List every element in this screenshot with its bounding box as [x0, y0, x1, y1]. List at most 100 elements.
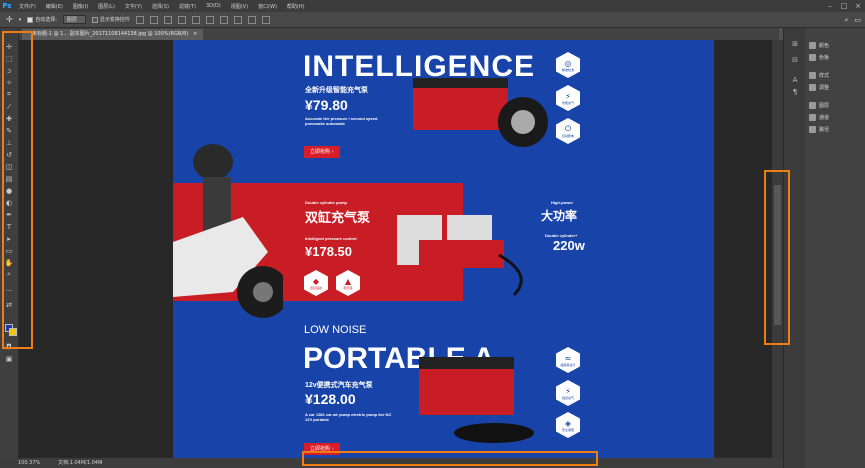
menu-3d[interactable]: 3D(D): [201, 3, 226, 9]
low-noise-label: LOW NOISE: [304, 324, 367, 336]
panel-swatches[interactable]: 色板: [809, 54, 829, 61]
screen-mode-icon[interactable]: ▣: [4, 354, 14, 363]
cta-label-1: 立即抢购: [310, 149, 331, 155]
3d-rotate-icon[interactable]: [261, 15, 270, 24]
layers-panel-icon: [809, 102, 816, 109]
properties-panel-icon[interactable]: ⊟: [790, 56, 800, 65]
close-window-icon[interactable]: ×: [851, 0, 865, 12]
pump-1-graphic: [413, 78, 548, 147]
menu-file[interactable]: 文件(F): [14, 3, 41, 10]
high-power-label: High-power: [551, 200, 573, 205]
maximize-icon[interactable]: □: [837, 0, 851, 12]
panel-channels[interactable]: 通道: [809, 114, 829, 121]
panel-styles-label: 样式: [819, 73, 830, 79]
distribute-horizontal-icon[interactable]: [233, 15, 242, 24]
menu-edit[interactable]: 编辑(E): [41, 3, 68, 10]
show-transform-checkbox[interactable]: 显示变换控件: [91, 16, 130, 23]
panel-layers[interactable]: 图层: [809, 102, 829, 109]
paragraph-panel-icon[interactable]: ¶: [790, 88, 800, 97]
price-1: ¥79.80: [305, 97, 348, 113]
panel-paths-label: 路径: [819, 127, 830, 133]
status-arrow-icon[interactable]: ›: [100, 458, 102, 468]
search-icon[interactable]: ⌕: [844, 16, 848, 25]
panel-adjustments-label: 调整: [819, 85, 830, 91]
price-3: ¥128.00: [305, 391, 356, 407]
panels-column: 颜色 色板 样式 调整 图层 通道 路径: [805, 28, 865, 468]
panel-channels-label: 通道: [819, 115, 830, 121]
character-panel-icon[interactable]: A: [790, 76, 800, 85]
panel-layers-label: 图层: [819, 103, 830, 109]
badge-accurate: ◎ 精准检测: [556, 52, 580, 78]
align-middle-icon[interactable]: [149, 15, 158, 24]
menu-filter[interactable]: 滤镜(T): [174, 3, 201, 10]
document-image[interactable]: INTELLIGENCE 全新升级智能充气泵 ¥79.80 Accurate t…: [173, 40, 714, 458]
options-right: ⌕ ▭: [844, 12, 861, 28]
document-tab-bar: 未标题-1 @ 1... 副本图片_20171108144138.jpg @ 1…: [19, 28, 779, 40]
panel-color-label: 颜色: [819, 43, 830, 49]
panel-paths[interactable]: 路径: [809, 126, 829, 133]
panel-color[interactable]: 颜色: [809, 42, 829, 49]
scrollbar-highlight: [764, 170, 790, 345]
subtitle-3: 12v便携式汽车充气泵: [305, 382, 373, 389]
minimize-icon[interactable]: –: [823, 0, 837, 12]
panel-adjustments[interactable]: 调整: [809, 84, 829, 91]
hscroll-highlight: [302, 451, 598, 466]
doc-info: 文档:1.04M/1.04M: [58, 460, 103, 466]
auto-select-dropdown[interactable]: 图层: [62, 15, 86, 24]
distribute-icon[interactable]: [219, 15, 228, 24]
swatches-panel-icon: [809, 54, 816, 61]
history-panel-icon[interactable]: ⊞: [790, 40, 800, 49]
3d-mode-icon[interactable]: [247, 15, 256, 24]
sub-2: Intelligent pressure control: [305, 236, 357, 241]
badge-safe: ◈ 安全保障: [556, 412, 580, 438]
buy-now-button-1[interactable]: 立即抢购 ›: [304, 146, 340, 158]
styles-panel-icon: [809, 72, 816, 79]
options-bar: ✛ ▾ 自动选择: 图层 显示变换控件: [0, 12, 865, 28]
tag-2: Double cylinder pump: [305, 200, 348, 205]
menu-window[interactable]: 窗口(W): [253, 3, 282, 10]
motorcycle-graphic: [173, 144, 283, 318]
desc-3: A car 1381 car air pump electric pump ti…: [305, 412, 392, 422]
document-tab-title: 未标题-1 @ 1... 副本图片_20171108144138.jpg @ 1…: [32, 31, 189, 37]
align-bottom-icon[interactable]: [163, 15, 172, 24]
auto-select-checkbox[interactable]: 自动选择:: [27, 16, 57, 23]
badge-silent: ≈ 超静音运行: [556, 347, 580, 373]
workspace-icon[interactable]: ▭: [854, 16, 861, 24]
photoshop-logo: Ps: [2, 2, 12, 10]
menu-help[interactable]: 帮助(H): [282, 3, 310, 10]
tool-preset-icon[interactable]: ▾: [19, 17, 22, 23]
color-panel-icon: [809, 42, 816, 49]
menu-bar: Ps 文件(F) 编辑(E) 图像(I) 图层(L) 文字(Y) 选择(S) 滤…: [0, 0, 865, 12]
panel-styles[interactable]: 样式: [809, 72, 829, 79]
move-tool-icon[interactable]: ✛: [6, 15, 13, 24]
align-top-icon[interactable]: [135, 15, 144, 24]
price-2: ¥178.50: [305, 244, 352, 259]
desc-1: Accurate tire pressure / second speed pn…: [305, 116, 378, 126]
menu-image[interactable]: 图像(I): [68, 3, 93, 10]
auto-select-label: 自动选择:: [35, 17, 57, 23]
channels-panel-icon: [809, 114, 816, 121]
paths-panel-icon: [809, 126, 816, 133]
align-right-icon[interactable]: [205, 15, 214, 24]
pump-2-graphic: [397, 215, 523, 297]
badge-strong: ⚡ 强劲充气: [556, 380, 580, 406]
watts-label: 220w: [553, 238, 585, 253]
show-transform-label: 显示变换控件: [99, 17, 130, 23]
menu-select[interactable]: 选择(S): [147, 3, 174, 10]
menu-view[interactable]: 视图(V): [226, 3, 253, 10]
menu-type[interactable]: 文字(Y): [120, 3, 147, 10]
menu-layer[interactable]: 图层(L): [93, 3, 120, 10]
title-2: 双缸充气泵: [305, 210, 371, 225]
align-left-icon[interactable]: [177, 15, 186, 24]
toolbar-highlight: [2, 31, 33, 349]
zoom-level[interactable]: 100.37%: [18, 458, 40, 468]
close-tab-icon[interactable]: ×: [193, 31, 197, 37]
high-power-title: 大功率: [541, 209, 578, 223]
badge-power: ⏻ 自动断电: [556, 118, 580, 144]
subtitle-1: 全新升级智能充气泵: [305, 87, 368, 94]
pump-3-graphic: [419, 357, 534, 443]
document-tab[interactable]: 未标题-1 @ 1... 副本图片_20171108144138.jpg @ 1…: [22, 29, 204, 40]
panel-swatches-label: 色板: [819, 55, 830, 61]
badge-smart: ⚡ 智能充气: [556, 85, 580, 111]
align-center-icon[interactable]: [191, 15, 200, 24]
